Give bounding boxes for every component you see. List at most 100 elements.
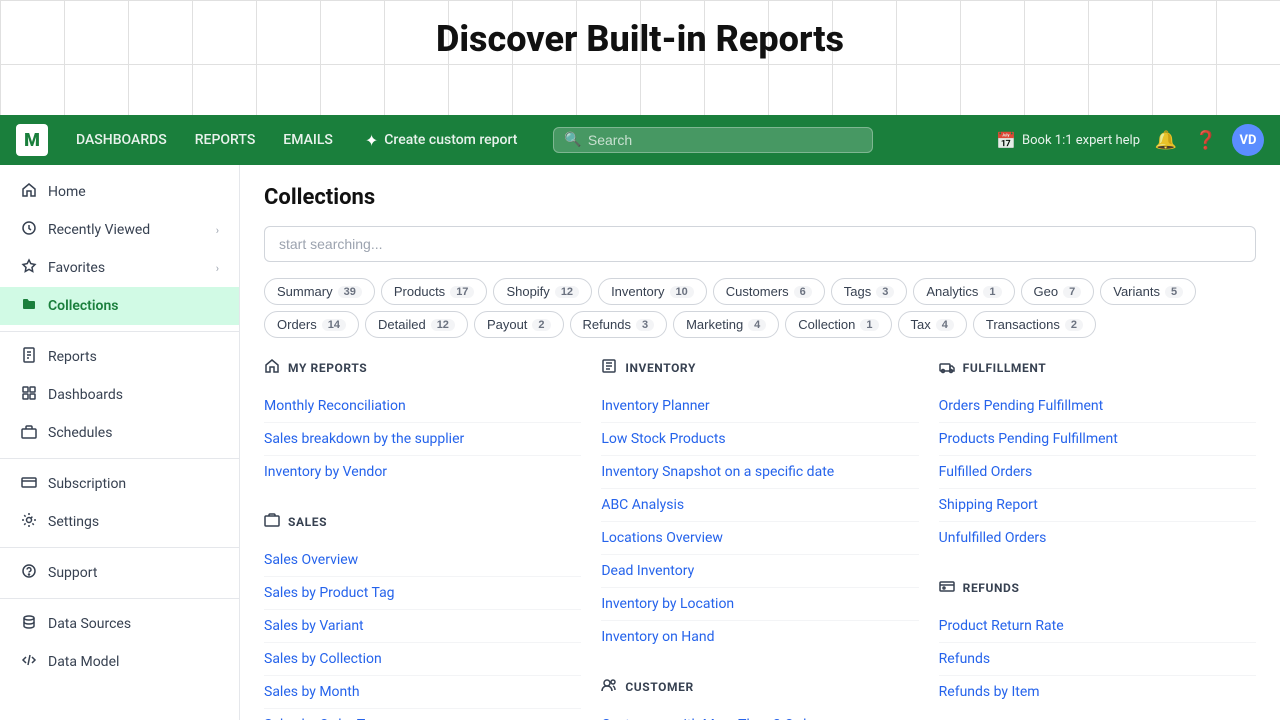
sidebar-item-data-model[interactable]: Data Model xyxy=(0,643,239,681)
sidebar-item-data-sources[interactable]: Data Sources xyxy=(0,605,239,643)
report-link[interactable]: Inventory Snapshot on a specific date xyxy=(601,456,918,489)
report-link[interactable]: Fulfilled Orders xyxy=(939,456,1256,489)
report-link[interactable]: Refunds by Item xyxy=(939,676,1256,708)
report-link[interactable]: Locations Overview xyxy=(601,522,918,555)
sidebar-item-subscription[interactable]: Subscription xyxy=(0,465,239,503)
filter-tab-count: 4 xyxy=(936,319,954,331)
filter-tab-count: 10 xyxy=(670,286,694,298)
report-link[interactable]: Sales by Month xyxy=(264,676,581,709)
filter-tab-count: 2 xyxy=(532,319,550,331)
filter-tab-label: Analytics xyxy=(926,284,978,299)
section-title-my-reports: MY REPORTS xyxy=(288,361,367,375)
expert-help-button[interactable]: 📅 Book 1:1 expert help xyxy=(996,131,1140,150)
report-link[interactable]: Sales by Variant xyxy=(264,610,581,643)
report-link[interactable]: Inventory by Vendor xyxy=(264,456,581,488)
filter-tab-analytics[interactable]: Analytics 1 xyxy=(913,278,1014,305)
filter-tab-customers[interactable]: Customers6 xyxy=(713,278,825,305)
report-link[interactable]: Low Stock Products xyxy=(601,423,918,456)
section-header-refunds: REFUNDS xyxy=(939,578,1256,598)
filter-tab-variants[interactable]: Variants5 xyxy=(1100,278,1196,305)
filter-tab-products[interactable]: Products17 xyxy=(381,278,488,305)
help-button[interactable]: ❓ xyxy=(1192,126,1220,154)
topbar-nav-dashboards[interactable]: DASHBOARDS xyxy=(64,126,179,154)
filter-tab-label: Summary xyxy=(277,284,333,299)
filter-tab-count: 6 xyxy=(794,286,812,298)
filter-tab-label: Tax xyxy=(911,317,931,332)
filter-tab-count: 3 xyxy=(636,319,654,331)
filter-tab-count: 1 xyxy=(860,319,878,331)
settings-icon xyxy=(20,512,38,532)
report-link[interactable]: Sales Overview xyxy=(264,544,581,577)
section-fulfillment: FULFILLMENTOrders Pending FulfillmentPro… xyxy=(939,358,1256,554)
report-link[interactable]: Monthly Reconciliation xyxy=(264,390,581,423)
filter-tab-tags[interactable]: Tags3 xyxy=(831,278,908,305)
topbar-logo[interactable]: M xyxy=(16,124,48,156)
topbar-nav: DASHBOARDSREPORTSEMAILS xyxy=(64,126,345,154)
sidebar-label-settings: Settings xyxy=(48,514,99,530)
create-custom-report-button[interactable]: ✦ Create custom report xyxy=(353,125,530,156)
section-title-sales: SALES xyxy=(288,515,327,529)
filter-tab-count: 12 xyxy=(431,319,455,331)
collection-search-input[interactable] xyxy=(264,226,1256,262)
sidebar: HomeRecently Viewed›Favorites›Collection… xyxy=(0,165,240,720)
report-link[interactable]: Refunds xyxy=(939,643,1256,676)
filter-tab-marketing[interactable]: Marketing4 xyxy=(673,311,779,338)
report-link[interactable]: Sales by Order Tags xyxy=(264,709,581,720)
report-link[interactable]: ABC Analysis xyxy=(601,489,918,522)
refunds-section-icon xyxy=(939,578,955,598)
filter-tab-tax[interactable]: Tax 4 xyxy=(898,311,967,338)
page-title: Collections xyxy=(264,185,1256,210)
notifications-button[interactable]: 🔔 xyxy=(1152,126,1180,154)
sidebar-label-data-sources: Data Sources xyxy=(48,616,131,632)
sidebar-item-dashboards[interactable]: Dashboards xyxy=(0,376,239,414)
filter-tab-orders[interactable]: Orders14 xyxy=(264,311,359,338)
filter-tab-label: Marketing xyxy=(686,317,743,332)
filter-tab-count: 3 xyxy=(876,286,894,298)
report-link[interactable]: Unfulfilled Orders xyxy=(939,522,1256,554)
section-my-reports: MY REPORTS Monthly ReconciliationSales br… xyxy=(264,358,581,488)
section-header-sales: SALES xyxy=(264,512,581,532)
data-model-icon xyxy=(20,652,38,672)
filter-tab-payout[interactable]: Payout2 xyxy=(474,311,564,338)
filter-tab-transactions[interactable]: Transactions2 xyxy=(973,311,1096,338)
sidebar-item-schedules[interactable]: Schedules xyxy=(0,414,239,452)
recently-viewed-icon xyxy=(20,220,38,240)
report-link[interactable]: Dead Inventory xyxy=(601,555,918,588)
filter-tab-label: Shopify xyxy=(506,284,549,299)
filter-tab-refunds[interactable]: Refunds3 xyxy=(570,311,668,338)
user-avatar[interactable]: VD xyxy=(1232,124,1264,156)
filter-tab-count: 1 xyxy=(983,286,1001,298)
filter-tab-shopify[interactable]: Shopify12 xyxy=(493,278,592,305)
report-link[interactable]: Customers with More Than 3 Orders xyxy=(601,709,918,720)
report-link[interactable]: Shipping Report xyxy=(939,489,1256,522)
sidebar-item-reports[interactable]: Reports xyxy=(0,338,239,376)
filter-tab-summary[interactable]: Summary39 xyxy=(264,278,375,305)
sidebar-item-home[interactable]: Home xyxy=(0,173,239,211)
report-link[interactable]: Product Return Rate xyxy=(939,610,1256,643)
filter-tab-geo[interactable]: Geo7 xyxy=(1021,278,1095,305)
report-link[interactable]: Inventory by Location xyxy=(601,588,918,621)
topbar: M DASHBOARDSREPORTSEMAILS ✦ Create custo… xyxy=(0,115,1280,165)
sidebar-divider xyxy=(0,458,239,459)
filter-tab-count: 14 xyxy=(322,319,346,331)
sidebar-item-favorites[interactable]: Favorites› xyxy=(0,249,239,287)
reports-grid: MY REPORTS Monthly ReconciliationSales br… xyxy=(264,358,1256,720)
filter-tab-collection[interactable]: Collection1 xyxy=(785,311,891,338)
report-link[interactable]: Sales by Collection xyxy=(264,643,581,676)
topbar-nav-reports[interactable]: REPORTS xyxy=(183,126,268,154)
report-link[interactable]: Orders Pending Fulfillment xyxy=(939,390,1256,423)
topbar-nav-emails[interactable]: EMAILS xyxy=(271,126,345,154)
sidebar-item-settings[interactable]: Settings xyxy=(0,503,239,541)
sidebar-item-collections[interactable]: Collections xyxy=(0,287,239,325)
filter-tab-inventory[interactable]: Inventory10 xyxy=(598,278,707,305)
report-link[interactable]: Sales breakdown by the supplier xyxy=(264,423,581,456)
report-link[interactable]: Inventory on Hand xyxy=(601,621,918,653)
report-link[interactable]: Products Pending Fulfillment xyxy=(939,423,1256,456)
sidebar-item-support[interactable]: Support xyxy=(0,554,239,592)
topbar-search[interactable]: 🔍 xyxy=(553,127,873,153)
report-link[interactable]: Inventory Planner xyxy=(601,390,918,423)
report-link[interactable]: Sales by Product Tag xyxy=(264,577,581,610)
filter-tab-detailed[interactable]: Detailed12 xyxy=(365,311,468,338)
search-input[interactable] xyxy=(588,132,863,148)
sidebar-item-recently-viewed[interactable]: Recently Viewed› xyxy=(0,211,239,249)
